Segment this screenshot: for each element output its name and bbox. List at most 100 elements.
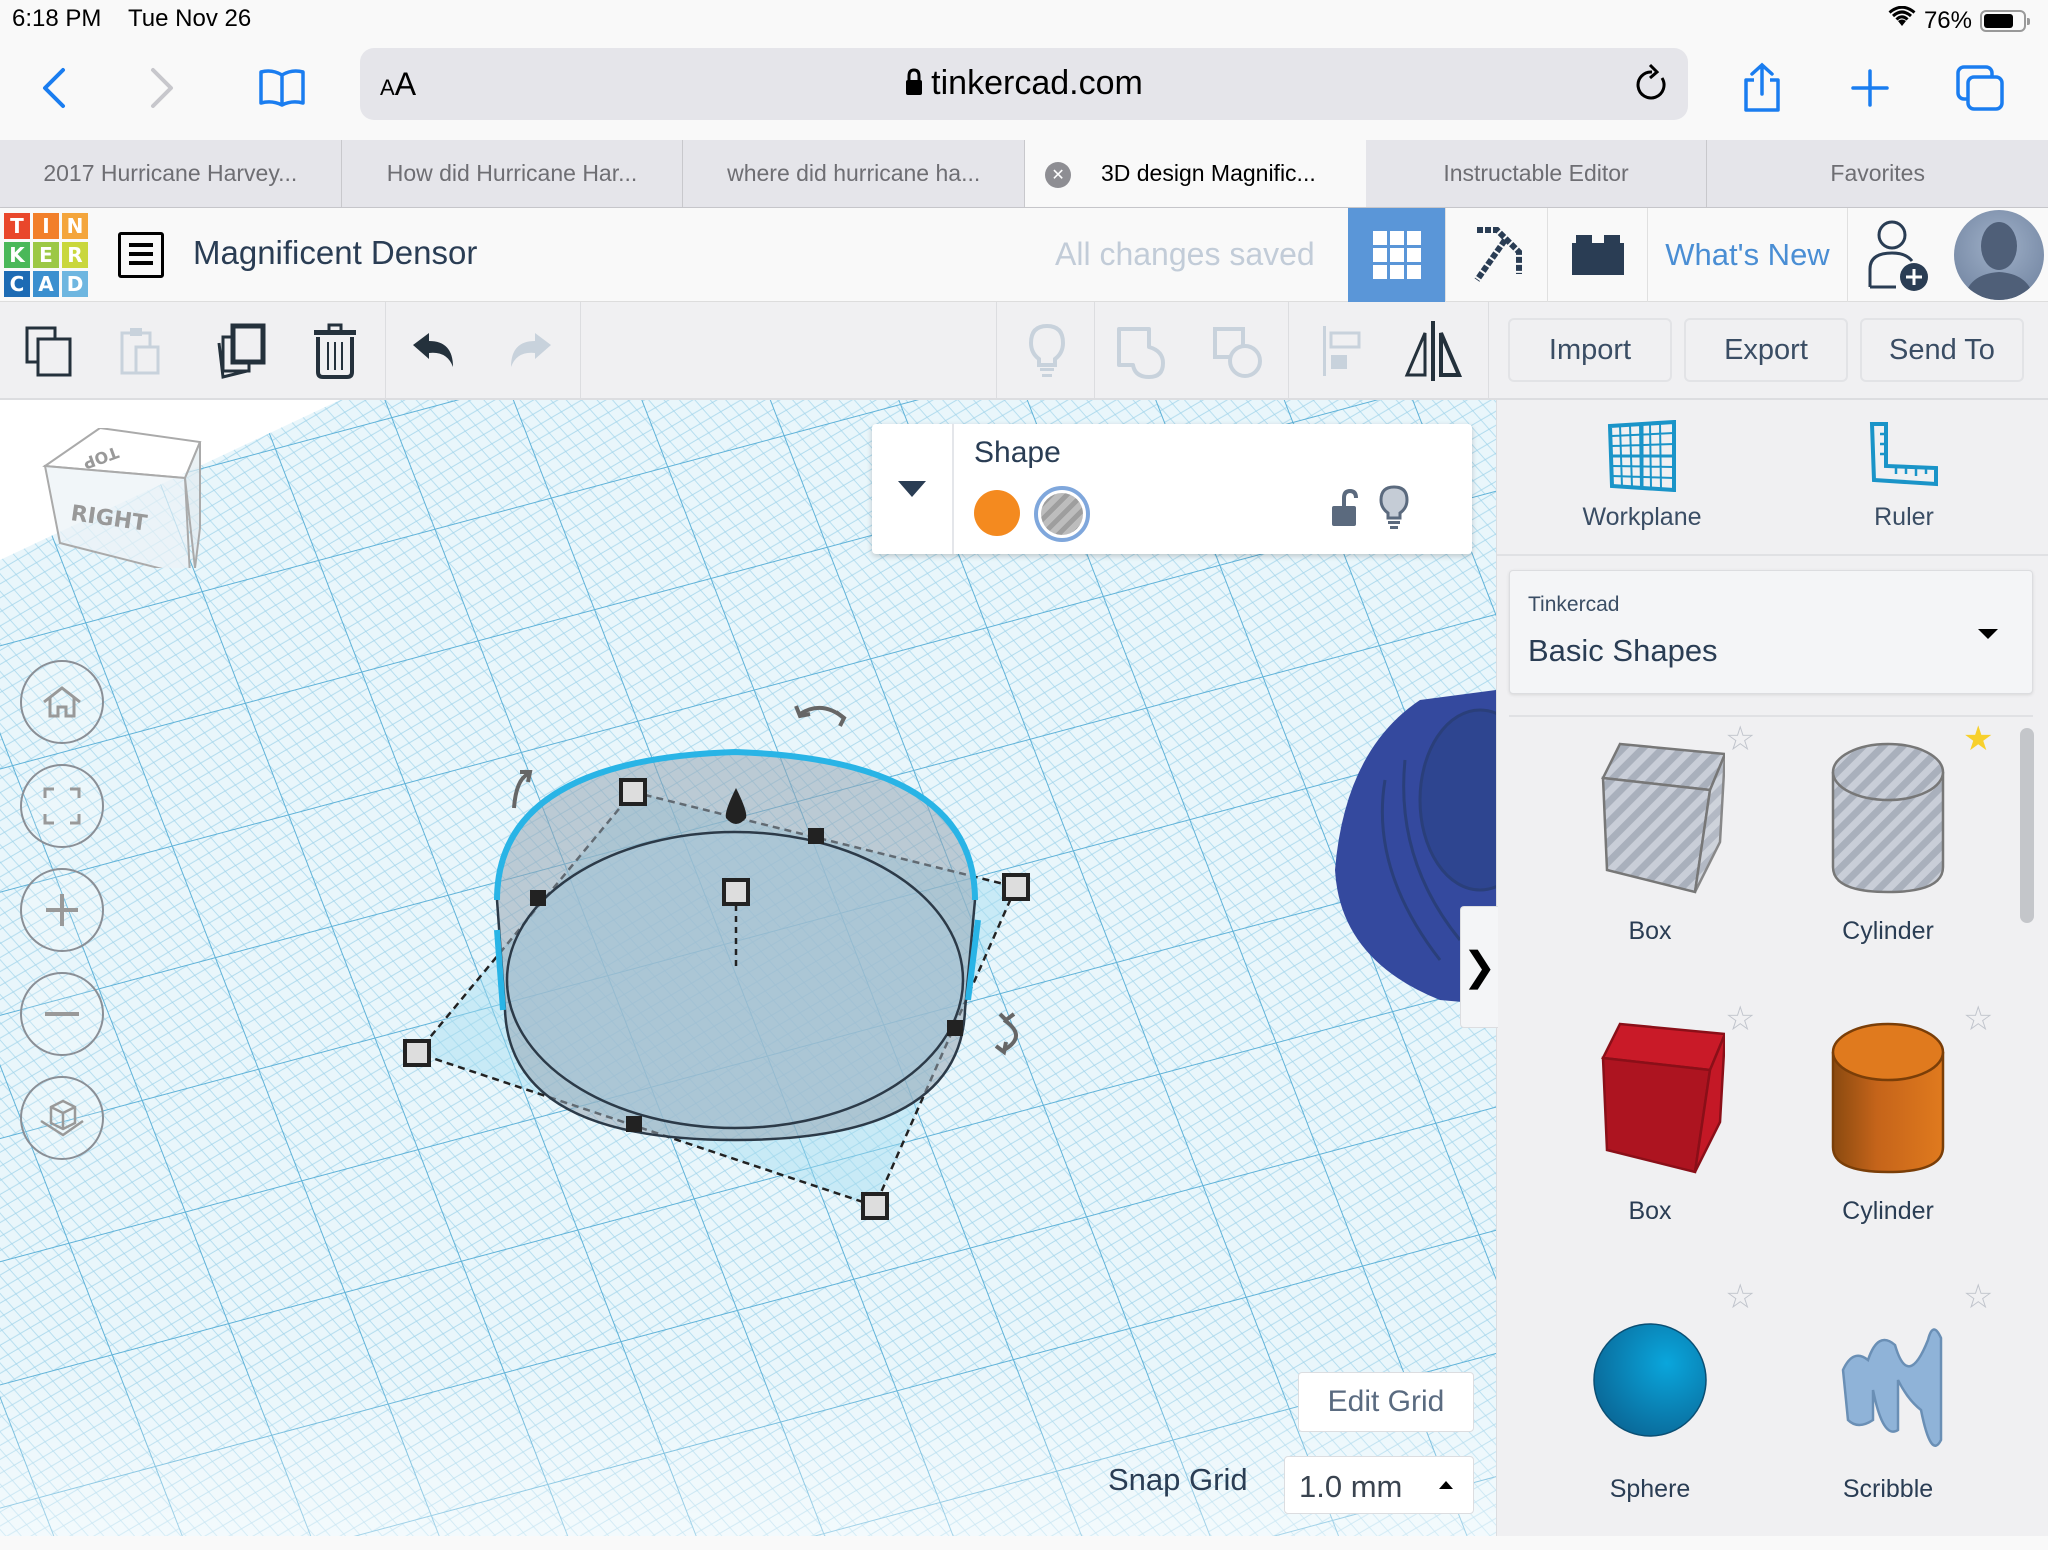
shape-item-cylinder-hole[interactable]: ★ Cylinder — [1763, 722, 2003, 992]
shape-label: Sphere — [1609, 1475, 1691, 1503]
hole-button-selected[interactable] — [1034, 486, 1090, 542]
blocks-view-button[interactable] — [1445, 208, 1547, 302]
shape-item-cylinder-solid[interactable]: ☆ Cylinder — [1763, 1002, 2003, 1272]
toolbar-divider — [996, 302, 997, 398]
new-tab-button[interactable] — [1840, 58, 1900, 118]
toolbar-divider — [1488, 302, 1489, 398]
browser-tab[interactable]: Instructable Editor — [1366, 140, 1708, 207]
snap-grid-select[interactable]: 1.0 mm — [1284, 1456, 1474, 1514]
lock-button[interactable] — [1330, 488, 1360, 533]
logo-tile: I — [33, 213, 59, 239]
edit-grid-button[interactable]: Edit Grid — [1298, 1372, 1474, 1432]
zoom-out-button[interactable] — [20, 972, 104, 1056]
favorite-star-icon-active[interactable]: ★ — [1963, 722, 1993, 756]
browser-tab[interactable]: where did hurricane ha... — [683, 140, 1026, 207]
browser-tab[interactable]: How did Hurricane Har... — [342, 140, 684, 207]
lock-icon — [906, 68, 923, 95]
shape-label: Box — [1628, 1197, 1672, 1225]
status-date: Tue Nov 26 — [128, 5, 252, 32]
logo-tile: K — [4, 242, 30, 268]
home-view-button[interactable] — [20, 660, 104, 744]
paste-button[interactable] — [106, 316, 176, 386]
zoom-in-button[interactable] — [20, 868, 104, 952]
browser-tab[interactable]: Favorites — [1707, 140, 2048, 207]
chevron-right-icon — [151, 68, 173, 108]
share-button[interactable] — [1732, 58, 1792, 118]
favorite-star-icon[interactable]: ☆ — [1725, 722, 1755, 756]
fit-view-button[interactable] — [20, 764, 104, 848]
shape-item-scribble[interactable]: ☆ Scribble — [1763, 1280, 2003, 1550]
workplane-tool-button[interactable]: Workplane — [1522, 419, 1762, 532]
export-button[interactable]: Export — [1684, 318, 1848, 382]
design-title[interactable]: Magnificent Densor — [193, 234, 477, 272]
tinkercad-logo[interactable]: TIN KER CAD — [4, 213, 90, 299]
copy-button[interactable] — [14, 316, 84, 386]
shape-list-scrollbar[interactable] — [2020, 728, 2034, 923]
ungroup-button[interactable] — [1204, 316, 1274, 386]
favorite-star-icon[interactable]: ☆ — [1725, 1002, 1755, 1036]
toolbar-divider — [385, 302, 386, 398]
box-hole-thumbnail — [1575, 732, 1725, 902]
browser-tab[interactable]: 2017 Hurricane Harvey... — [0, 140, 342, 207]
bookmarks-button[interactable] — [252, 58, 312, 118]
close-tab-icon[interactable]: ✕ — [1045, 162, 1072, 188]
inspector-collapse-toggle[interactable] — [872, 424, 954, 554]
tabs-icon — [1956, 65, 2004, 111]
toolbar-divider — [580, 302, 581, 398]
shape-item-box-hole[interactable]: ☆ Box — [1525, 722, 1765, 992]
back-button[interactable] — [24, 58, 84, 118]
url-display[interactable]: tinkercad.com — [360, 64, 1688, 103]
shape-item-box-solid[interactable]: ☆ Box — [1525, 1002, 1765, 1272]
wifi-icon — [1888, 5, 1916, 35]
duplicate-button[interactable] — [206, 316, 276, 386]
align-icon — [1323, 326, 1361, 376]
ruler-tool-button[interactable]: Ruler — [1784, 420, 2024, 532]
invite-user-button[interactable] — [1847, 208, 1947, 302]
copy-icon — [25, 326, 72, 377]
send-to-button[interactable]: Send To — [1860, 318, 2024, 382]
favorite-star-icon[interactable]: ☆ — [1725, 1280, 1755, 1314]
solid-color-button[interactable] — [974, 490, 1020, 536]
redo-button[interactable] — [494, 316, 564, 386]
bricks-view-button[interactable] — [1547, 208, 1647, 302]
shape-item-sphere[interactable]: ☆ Sphere — [1525, 1280, 1765, 1550]
group-button[interactable] — [1108, 316, 1178, 386]
3d-design-view-button[interactable] — [1348, 208, 1445, 302]
logo-tile: E — [33, 242, 59, 268]
favorite-star-icon[interactable]: ☆ — [1963, 1002, 1993, 1036]
shape-library-dropdown[interactable]: Tinkercad Basic Shapes — [1509, 570, 2033, 694]
perspective-button[interactable] — [20, 1076, 104, 1160]
user-avatar[interactable] — [1954, 210, 2044, 300]
workplane-grid — [0, 400, 1496, 1536]
pickaxe-icon — [1474, 227, 1522, 282]
undo-button[interactable] — [400, 316, 470, 386]
tab-label: Favorites — [1830, 160, 1925, 186]
collapse-panel-button[interactable]: ❯ — [1460, 906, 1498, 1028]
url-text: tinkercad.com — [931, 64, 1143, 102]
import-button[interactable]: Import — [1508, 318, 1672, 382]
note-button[interactable] — [1012, 316, 1082, 386]
delete-button[interactable] — [300, 316, 370, 386]
tab-overview-button[interactable] — [1950, 58, 2010, 118]
browser-tabs: 2017 Hurricane Harvey... How did Hurrica… — [0, 140, 2048, 208]
favorite-star-icon[interactable]: ☆ — [1963, 1280, 1993, 1314]
align-button[interactable] — [1306, 316, 1376, 386]
logo-tile: D — [62, 271, 88, 297]
address-bar[interactable]: AA tinkercad.com — [360, 48, 1688, 120]
logo-tile: C — [4, 271, 30, 297]
view-cube[interactable]: TOP RIGHT — [40, 426, 210, 578]
reload-button[interactable] — [1634, 62, 1670, 109]
tab-label: Instructable Editor — [1443, 160, 1629, 186]
whats-new-link[interactable]: What's New — [1647, 208, 1847, 302]
tab-label: How did Hurricane Har... — [386, 160, 638, 186]
forward-button[interactable] — [132, 58, 192, 118]
design-list-button[interactable] — [118, 232, 164, 278]
brick-icon — [1571, 235, 1624, 275]
workplane-canvas[interactable]: TOP RIGHT — [0, 400, 1496, 1536]
battery-icon — [1980, 9, 2030, 32]
mirror-button[interactable] — [1398, 316, 1468, 386]
browser-tab-active[interactable]: ✕ 3D design Magnific... — [1025, 140, 1366, 207]
light-bulb-button[interactable] — [1378, 484, 1410, 535]
redo-icon — [511, 333, 551, 367]
tab-label: where did hurricane ha... — [727, 160, 981, 186]
